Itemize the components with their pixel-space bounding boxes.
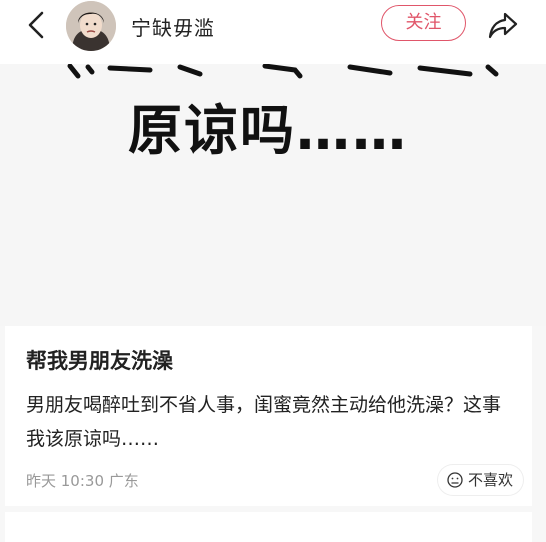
avatar[interactable] xyxy=(66,1,116,51)
post-title: 帮我男朋友洗澡 xyxy=(26,349,173,373)
sad-face-icon xyxy=(447,472,463,488)
top-bar: 宁缺毋滥 关注 xyxy=(0,0,546,64)
post-image[interactable]: 原谅吗…… xyxy=(0,64,546,326)
post-location: 广东 xyxy=(108,472,139,490)
follow-button[interactable]: 关注 xyxy=(381,5,466,41)
share-icon[interactable] xyxy=(487,10,519,40)
post-body: 男朋友喝醉吐到不省人事，闺蜜竟然主动给他洗澡？这事我该原谅吗…… xyxy=(26,394,502,450)
next-card xyxy=(5,512,532,542)
image-text: 原谅吗…… xyxy=(128,99,408,162)
username[interactable]: 宁缺毋滥 xyxy=(131,12,215,41)
post-card: 帮我男朋友洗澡 男朋友喝醉吐到不省人事，闺蜜竟然主动给他洗澡？这事我该原谅吗……… xyxy=(5,326,532,506)
dislike-button[interactable]: 不喜欢 xyxy=(438,465,523,495)
post-time: 昨天 10:30 xyxy=(26,472,104,490)
back-arrow-icon[interactable] xyxy=(22,10,52,40)
dislike-label: 不喜欢 xyxy=(468,471,514,489)
partial-text-strokes xyxy=(67,64,499,79)
post-meta: 昨天 10:30 广东 xyxy=(26,470,139,491)
